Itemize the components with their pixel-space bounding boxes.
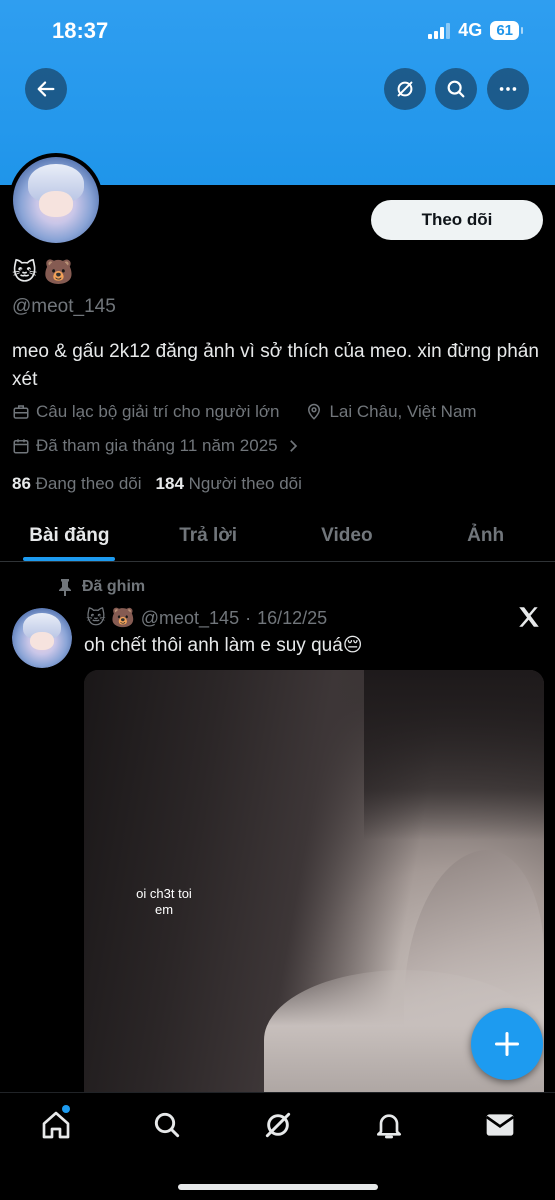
compose-button[interactable] xyxy=(471,1008,543,1080)
profile-avatar[interactable] xyxy=(9,153,103,247)
grok-icon xyxy=(397,81,413,97)
calendar-icon xyxy=(13,439,29,454)
profile-tabs: Bài đăng Trả lời Video Ảnh xyxy=(0,510,555,562)
follow-counts: 86 Đang theo dõi 184 Người theo dõi xyxy=(12,474,302,494)
post-text: oh chết thôi anh làm e suy quá😔 xyxy=(84,635,363,656)
post-handle: @meot_145 xyxy=(140,607,240,628)
pinned-label: Đã ghim xyxy=(82,578,146,595)
media-caption: oi ch3t toi em xyxy=(136,886,192,917)
post-author-name[interactable]: 🐱 🐻 xyxy=(86,606,135,630)
profile-handle: @meot_145 xyxy=(12,296,116,317)
pinned-indicator: Đã ghim xyxy=(58,578,145,596)
status-bar: 18:37 4G 61 xyxy=(0,0,555,60)
followers-count: 184 xyxy=(155,474,184,493)
pin-icon xyxy=(59,579,71,596)
followers-link[interactable]: 184 Người theo dõi xyxy=(156,474,302,494)
profile-bio: meo & gấu 2k12 đăng ảnh vì sở thích của … xyxy=(12,341,539,390)
notifications-icon xyxy=(377,1114,401,1139)
notification-dot xyxy=(62,1105,70,1113)
more-button[interactable] xyxy=(487,68,529,110)
home-indicator xyxy=(178,1184,378,1190)
nav-home[interactable] xyxy=(40,1105,72,1141)
status-time: 18:37 xyxy=(52,18,109,43)
nav-notifications[interactable] xyxy=(373,1109,405,1141)
nav-messages[interactable] xyxy=(484,1109,516,1141)
home-icon xyxy=(42,1111,70,1139)
more-icon xyxy=(499,87,517,91)
grok-button[interactable] xyxy=(384,68,426,110)
search-icon xyxy=(154,1112,180,1138)
tab-photos[interactable]: Ảnh xyxy=(416,510,555,561)
profile-location: Lai Châu, Việt Nam xyxy=(329,402,477,421)
tab-posts[interactable]: Bài đăng xyxy=(0,510,139,561)
nav-search[interactable] xyxy=(151,1109,183,1141)
tab-video[interactable]: Video xyxy=(278,510,417,561)
battery-icon: 61 xyxy=(490,21,523,40)
network-type: 4G xyxy=(458,20,483,40)
arrow-left-icon xyxy=(37,81,55,97)
profile-meta-row: Câu lạc bộ giải trí cho người lớn Lai Ch… xyxy=(12,402,477,422)
location-icon xyxy=(308,403,321,420)
following-label: Đang theo dõi xyxy=(35,474,142,493)
post-separator: · xyxy=(245,607,252,628)
following-link[interactable]: 86 Đang theo dõi xyxy=(12,474,142,494)
chevron-right-icon xyxy=(289,440,297,452)
profile-category: Câu lạc bộ giải trí cho người lớn xyxy=(36,402,280,421)
profile-joined: Đã tham gia tháng 11 năm 2025 xyxy=(36,436,278,455)
plus-icon xyxy=(494,1031,520,1057)
post-avatar[interactable] xyxy=(12,608,72,668)
follow-button[interactable]: Theo dõi xyxy=(371,200,543,240)
status-indicators: 4G 61 xyxy=(428,20,523,41)
joined-row[interactable]: Đã tham gia tháng 11 năm 2025 xyxy=(12,436,302,456)
signal-icon xyxy=(428,22,451,39)
back-button[interactable] xyxy=(25,68,67,110)
nav-grok[interactable] xyxy=(262,1109,294,1141)
display-name: 🐱 🐻 xyxy=(12,259,74,286)
post-header: 🐱 🐻 @meot_145 · 16/12/25 xyxy=(86,606,327,630)
briefcase-icon xyxy=(13,405,29,419)
search-button[interactable] xyxy=(435,68,477,110)
messages-icon xyxy=(485,1114,515,1136)
following-count: 86 xyxy=(12,474,31,493)
followers-label: Người theo dõi xyxy=(188,474,302,493)
post-date: 16/12/25 xyxy=(257,607,328,628)
search-icon xyxy=(447,80,465,98)
tab-replies[interactable]: Trả lời xyxy=(139,510,278,561)
grok-icon xyxy=(265,1112,291,1138)
x-logo-icon[interactable] xyxy=(516,604,542,630)
